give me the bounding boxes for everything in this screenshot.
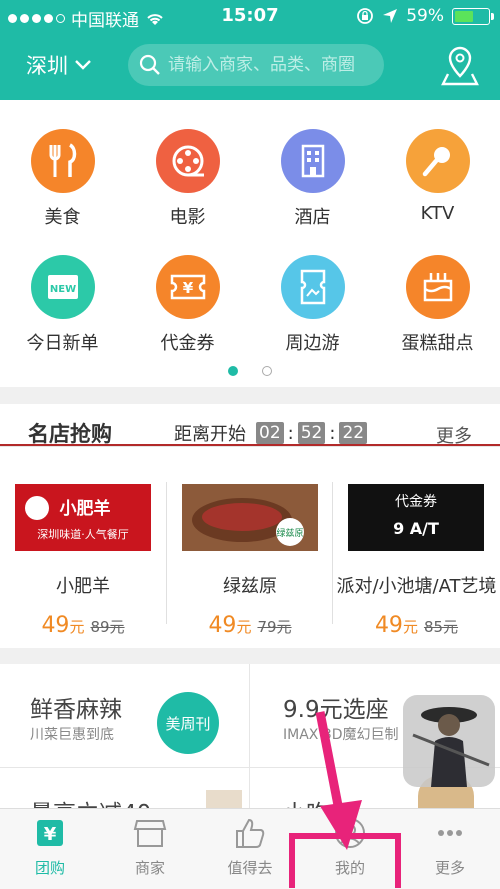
tab-merchants[interactable]: 商家 (100, 817, 200, 878)
category-label: 代金券 (160, 333, 215, 354)
category-movie[interactable]: 电影 (125, 129, 250, 229)
category-cake[interactable]: 蛋糕甜点 (375, 255, 500, 355)
shop-image-text: 绿兹原 (276, 527, 303, 539)
category-label: 电影 (169, 207, 206, 228)
category-label: 酒店 (294, 207, 331, 228)
promo-title: 9.9元选座 (283, 697, 389, 723)
tab-label: 团购 (34, 859, 65, 877)
floating-widget[interactable] (403, 695, 495, 787)
page-dot (262, 366, 272, 376)
shop-image-sub: 深圳味道·人气餐厅 (37, 527, 129, 541)
category-label: 蛋糕甜点 (401, 333, 474, 354)
tab-mine[interactable]: 我的 (300, 817, 400, 878)
svg-text:NEW: NEW (49, 284, 75, 295)
category-ktv[interactable]: KTV (375, 129, 500, 224)
voucher-icon: ¥ (155, 255, 220, 319)
promo-subtitle: 川菜巨惠到底 (30, 727, 114, 743)
promo-title: 鲜香麻辣 (30, 697, 122, 723)
countdown: 距离开始 02 : 52 : 22 (174, 420, 368, 446)
tab-worth-going[interactable]: 值得去 (200, 817, 300, 878)
shop-card[interactable]: 代金券 9 A/T 派对/小池塘/AT艺境 49元 85元 (333, 446, 500, 648)
tab-more[interactable]: 更多 (400, 817, 500, 878)
shop-name: 小肥羊 (56, 576, 110, 597)
storefront-icon (133, 820, 167, 847)
tab-bar: ¥ 团购 商家 值得去 我的 更多 (0, 808, 500, 889)
film-reel-icon (155, 129, 220, 193)
countdown-seconds: 22 (339, 422, 368, 444)
tab-group-buy[interactable]: ¥ 团购 (0, 817, 100, 878)
promo-badge: 美周刊 (157, 692, 219, 754)
flash-sale-section: 名店抢购 距离开始 02 : 52 : 22 更多 小肥羊 深圳味道·人气餐厅 … (0, 404, 500, 648)
map-button[interactable] (440, 44, 480, 88)
search-input[interactable] (166, 54, 380, 76)
shop-prices: 49元 89元 (0, 613, 166, 638)
status-bar: 中国联通 15:07 59% (0, 0, 500, 32)
more-icon (438, 830, 462, 836)
original-price: 85元 (423, 618, 459, 636)
countdown-label: 距离开始 (174, 424, 246, 445)
current-price: 49元 (208, 613, 252, 638)
current-price: 49元 (374, 613, 418, 638)
original-price: 79元 (257, 618, 292, 636)
thumbs-up-icon (236, 818, 265, 848)
location-arrow-icon (383, 9, 398, 23)
shop-name: 绿兹原 (223, 576, 277, 597)
category-food[interactable]: 美食 (0, 129, 125, 229)
original-price: 89元 (90, 618, 125, 636)
header-bar: 中国联通 15:07 59% 深圳 (0, 0, 500, 100)
battery-percent: 59% (406, 6, 444, 26)
countdown-hours: 02 (256, 422, 284, 444)
user-icon (335, 818, 365, 848)
chevron-down-icon (75, 60, 91, 70)
shop-prices: 49元 85元 (333, 613, 500, 638)
microphone-icon (405, 129, 470, 193)
new-badge-icon: NEW (30, 255, 95, 319)
shop-image: 绿兹原 (182, 484, 318, 551)
shop-name: 派对/小池塘/AT艺境 (336, 576, 497, 597)
shop-image-text: 代金券 (395, 494, 437, 510)
building-icon (280, 129, 345, 193)
character-image (412, 707, 490, 787)
svg-text:¥: ¥ (182, 279, 193, 297)
promo-subtitle: IMAX 3D魔幻巨制 (283, 727, 399, 743)
search-icon (139, 54, 160, 75)
map-pin-icon (441, 46, 479, 86)
category-voucher[interactable]: ¥ 代金券 (125, 255, 250, 355)
shop-prices: 49元 79元 (167, 613, 333, 638)
category-label: 周边游 (285, 333, 340, 354)
search-box[interactable] (128, 44, 384, 86)
category-nearby-travel[interactable]: 周边游 (250, 255, 375, 355)
fork-knife-icon (30, 129, 95, 193)
svg-text:¥: ¥ (44, 824, 57, 845)
shop-image: 小肥羊 深圳味道·人气餐厅 (15, 484, 151, 551)
shop-card[interactable]: 绿兹原 绿兹原 49元 79元 (167, 446, 333, 648)
tab-label: 我的 (334, 859, 365, 877)
category-hotel[interactable]: 酒店 (250, 129, 375, 229)
battery-icon (452, 7, 494, 25)
tab-label: 更多 (434, 859, 465, 877)
yuan-bag-icon: ¥ (37, 820, 63, 846)
tab-label: 值得去 (227, 859, 273, 877)
page-dot-active (228, 366, 238, 376)
shop-card[interactable]: 小肥羊 深圳味道·人气餐厅 小肥羊 49元 89元 (0, 446, 166, 648)
category-label: KTV (420, 203, 455, 224)
current-price: 49元 (41, 613, 85, 638)
shop-image-sub: 9 A/T (393, 519, 439, 538)
category-label: 今日新单 (26, 333, 99, 354)
city-selector[interactable]: 深圳 (26, 50, 92, 80)
shop-image: 代金券 9 A/T (348, 484, 484, 551)
ticket-icon (280, 255, 345, 319)
category-grid: 美食 电影 酒店 KTV NEW 今日新单 ¥ 代金券 周边游 蛋糕甜点 (0, 100, 500, 387)
category-new-deals[interactable]: NEW 今日新单 (0, 255, 125, 355)
category-label: 美食 (44, 207, 81, 228)
city-label: 深圳 (26, 54, 68, 78)
cake-icon (405, 255, 470, 319)
flash-sale-header: 名店抢购 距离开始 02 : 52 : 22 更多 (0, 404, 500, 447)
tab-label: 商家 (134, 859, 165, 877)
page-indicator (0, 366, 500, 376)
rotation-lock-icon (357, 8, 374, 24)
shop-image-text: 小肥羊 (60, 498, 111, 519)
countdown-minutes: 52 (297, 422, 326, 444)
